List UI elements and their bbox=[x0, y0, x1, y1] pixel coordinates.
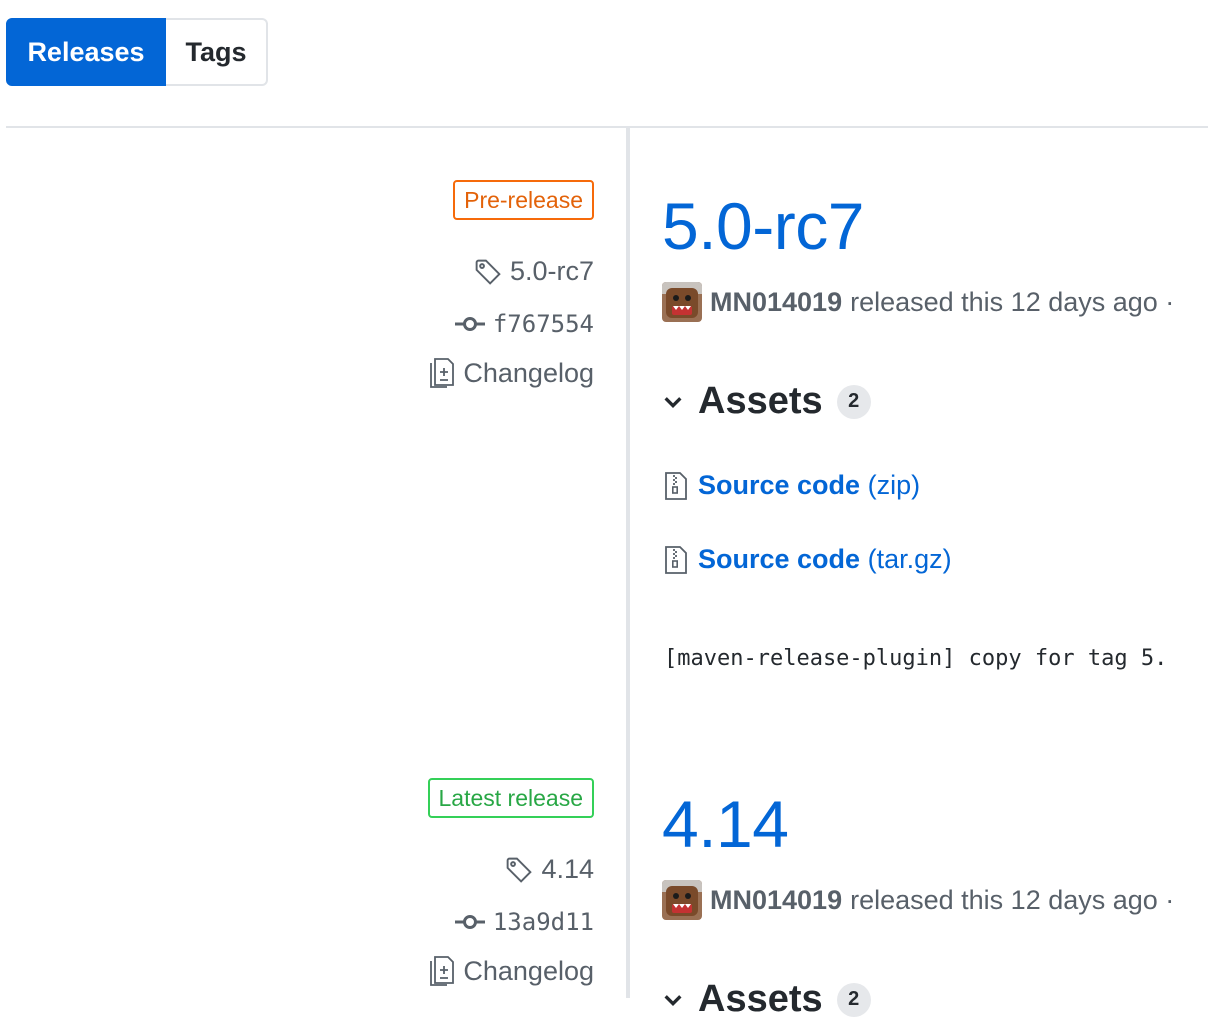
release-commit-link[interactable]: f767554 bbox=[454, 310, 594, 338]
file-diff-icon bbox=[430, 956, 455, 986]
release-tag-label: 5.0-rc7 bbox=[509, 256, 594, 286]
release-main: 5.0-rc7 MN014019 released this 12 days a… bbox=[662, 180, 1208, 740]
release-byline: MN014019 released this 12 days ago · bbox=[662, 282, 1174, 322]
release-item: Pre-release 5.0-rc7 f767554 Changelog 5.… bbox=[0, 180, 1208, 740]
chevron-down-icon bbox=[664, 396, 682, 408]
release-tag-link[interactable]: 4.14 bbox=[505, 854, 594, 885]
git-commit-icon bbox=[454, 915, 485, 929]
release-item: Latest release 4.14 13a9d11 Changelog 4.… bbox=[0, 778, 1208, 1020]
tab-releases[interactable]: Releases bbox=[6, 18, 166, 86]
git-commit-icon bbox=[454, 317, 485, 331]
tag-icon bbox=[507, 857, 533, 883]
release-notes: [maven-release-plugin] copy for tag 5. bbox=[664, 646, 1168, 671]
assets-toggle[interactable]: Assets 2 bbox=[662, 978, 871, 1021]
assets-heading: Assets bbox=[698, 978, 823, 1020]
file-zip-icon bbox=[665, 545, 687, 574]
asset-source-zip-link[interactable]: Source code (zip) bbox=[664, 470, 920, 501]
release-author-link[interactable]: MN014019 bbox=[710, 287, 842, 318]
commit-sha: 13a9d11 bbox=[492, 908, 594, 936]
tab-tags[interactable]: Tags bbox=[166, 18, 268, 86]
release-tag-label: 4.14 bbox=[541, 854, 594, 884]
assets-count-badge: 2 bbox=[836, 982, 871, 1017]
asset-name: Source code bbox=[698, 544, 861, 574]
avatar[interactable] bbox=[662, 282, 702, 322]
release-author-link[interactable]: MN014019 bbox=[710, 885, 842, 916]
latest-release-badge: Latest release bbox=[427, 778, 594, 818]
commit-sha: f767554 bbox=[492, 310, 594, 338]
release-byline: MN014019 released this 12 days ago · bbox=[662, 880, 1174, 920]
asset-name: Source code bbox=[698, 470, 861, 500]
release-main: 4.14 MN014019 released this 12 days ago … bbox=[662, 778, 1208, 1020]
release-tabs: Releases Tags bbox=[6, 18, 268, 86]
changelog-label: Changelog bbox=[463, 955, 594, 986]
release-time-text: released this 12 days ago · bbox=[850, 884, 1175, 915]
release-meta: Pre-release 5.0-rc7 f767554 Changelog bbox=[294, 180, 594, 400]
asset-format: (zip) bbox=[867, 470, 921, 500]
release-title-link[interactable]: 4.14 bbox=[662, 786, 789, 862]
header-divider bbox=[6, 126, 1208, 128]
release-commit-link[interactable]: 13a9d11 bbox=[454, 908, 594, 936]
chevron-down-icon bbox=[664, 994, 682, 1006]
asset-source-targz-link[interactable]: Source code (tar.gz) bbox=[664, 544, 952, 575]
assets-heading: Assets bbox=[698, 380, 823, 422]
assets-toggle[interactable]: Assets 2 bbox=[662, 380, 871, 423]
release-time-text: released this 12 days ago · bbox=[850, 286, 1175, 317]
prerelease-badge: Pre-release bbox=[453, 180, 594, 220]
changelog-link[interactable]: Changelog bbox=[429, 356, 594, 390]
asset-format: (tar.gz) bbox=[867, 544, 952, 574]
release-title-link[interactable]: 5.0-rc7 bbox=[662, 188, 864, 264]
file-diff-icon bbox=[430, 358, 455, 388]
release-meta: Latest release 4.14 13a9d11 Changelog bbox=[294, 778, 594, 998]
file-zip-icon bbox=[665, 471, 687, 500]
changelog-label: Changelog bbox=[463, 357, 594, 388]
release-tag-link[interactable]: 5.0-rc7 bbox=[474, 256, 594, 287]
avatar[interactable] bbox=[662, 880, 702, 920]
changelog-link[interactable]: Changelog bbox=[429, 954, 594, 988]
tag-icon bbox=[475, 259, 501, 285]
assets-count-badge: 2 bbox=[836, 384, 871, 419]
